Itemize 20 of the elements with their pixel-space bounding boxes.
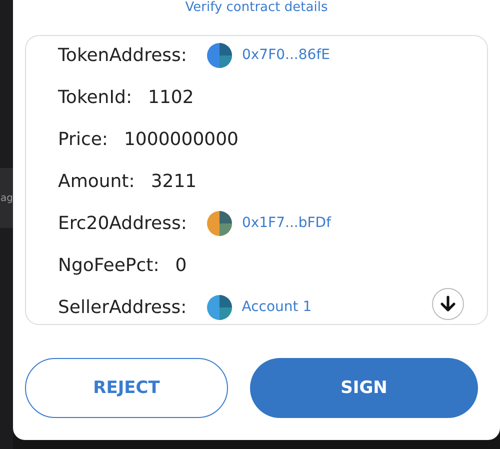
field-value: 3211 (150, 170, 197, 192)
address-link[interactable]: 0x7F0...86fE (242, 47, 330, 63)
field-value: 1000000000 (124, 128, 239, 150)
reject-button[interactable]: REJECT (25, 358, 228, 418)
address-link[interactable]: 0x1F7...bFDf (242, 215, 331, 231)
address-link[interactable]: Account 1 (242, 299, 312, 315)
field-value: 0 (175, 254, 187, 276)
field-label: SellerAddress: (58, 296, 187, 318)
field-label: NgoFeePct: (58, 254, 160, 276)
field-label: TokenAddress: (58, 44, 187, 66)
field-label: Amount: (58, 170, 135, 192)
field-label: Price: (58, 128, 108, 150)
field-label: Erc20Address: (58, 212, 187, 234)
verify-link[interactable]: Verify contract details (185, 0, 328, 15)
background-text: ag (0, 192, 13, 204)
arrow-down-icon (439, 295, 457, 313)
sign-button[interactable]: SIGN (250, 358, 478, 418)
field-label: TokenId: (58, 86, 132, 108)
field-value: 1102 (148, 86, 194, 108)
scroll-down-button[interactable] (432, 288, 464, 320)
